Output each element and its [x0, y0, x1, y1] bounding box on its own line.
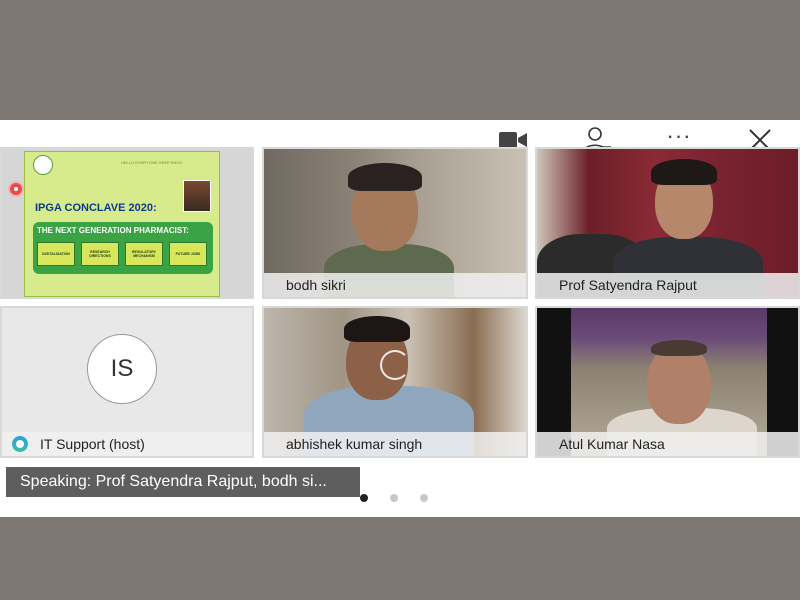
host-icon — [12, 436, 28, 452]
participant-video — [344, 316, 410, 342]
slide-subtitle-box: THE NEXT GENERATION PHARMACIST: DIGITALI… — [33, 222, 213, 274]
speaker-photo — [183, 180, 211, 212]
participant-name: Atul Kumar Nasa — [559, 436, 665, 452]
slide-greeting: HELLO EVERYONE GREETINGS — [121, 160, 183, 165]
participant-name: abhishek kumar singh — [286, 436, 423, 452]
presentation-slide: HELLO EVERYONE GREETINGS IPGA CONCLAVE 2… — [24, 151, 220, 297]
participant-video — [651, 340, 707, 356]
participant-video — [651, 159, 717, 185]
logo-icon — [33, 155, 53, 175]
name-strip: Prof Satyendra Rajput — [537, 273, 798, 297]
page-dot[interactable] — [360, 494, 368, 502]
participant-tile-it-support[interactable]: IS IT Support (host) — [0, 306, 254, 458]
slide-subtitle: THE NEXT GENERATION PHARMACIST: — [37, 226, 189, 235]
participant-tile-prof-satyendra-rajput[interactable]: Prof Satyendra Rajput — [535, 147, 800, 299]
record-icon[interactable] — [8, 181, 24, 197]
name-strip: abhishek kumar singh — [264, 432, 526, 456]
participant-name: bodh sikri — [286, 277, 346, 293]
page-indicator — [356, 492, 436, 504]
participant-tile-bodh-sikri[interactable]: bodh sikri — [262, 147, 528, 299]
shared-screen-tile[interactable]: HELLO EVERYONE GREETINGS IPGA CONCLAVE 2… — [0, 147, 254, 299]
participant-tile-atul-kumar-nasa[interactable]: Atul Kumar Nasa — [535, 306, 800, 458]
speaking-indicator: Speaking: Prof Satyendra Rajput, bodh si… — [6, 467, 360, 497]
name-strip: IT Support (host) — [2, 432, 252, 456]
page-dot[interactable] — [390, 494, 398, 502]
slide-chip: FUTURE JOBS — [169, 242, 207, 266]
slide-chip: REGULATORY MECHANISM — [125, 242, 163, 266]
meeting-window: ··· HELLO EVERYONE GREETINGS IPGA CONCLA… — [0, 120, 800, 517]
participant-tile-abhishek-kumar-singh[interactable]: abhishek kumar singh — [262, 306, 528, 458]
slide-chip: DIGITALISATION — [37, 242, 75, 266]
slide-chip: RESEARCH DIRECTIONS — [81, 242, 119, 266]
name-strip: bodh sikri — [264, 273, 526, 297]
participant-video — [348, 163, 422, 191]
loading-spinner-icon — [380, 350, 410, 380]
participant-name: IT Support (host) — [40, 436, 145, 452]
participant-name: Prof Satyendra Rajput — [559, 277, 697, 293]
name-strip: Atul Kumar Nasa — [537, 432, 798, 456]
slide-title: IPGA CONCLAVE 2020: — [35, 202, 157, 214]
avatar: IS — [87, 334, 157, 404]
page-dot[interactable] — [420, 494, 428, 502]
